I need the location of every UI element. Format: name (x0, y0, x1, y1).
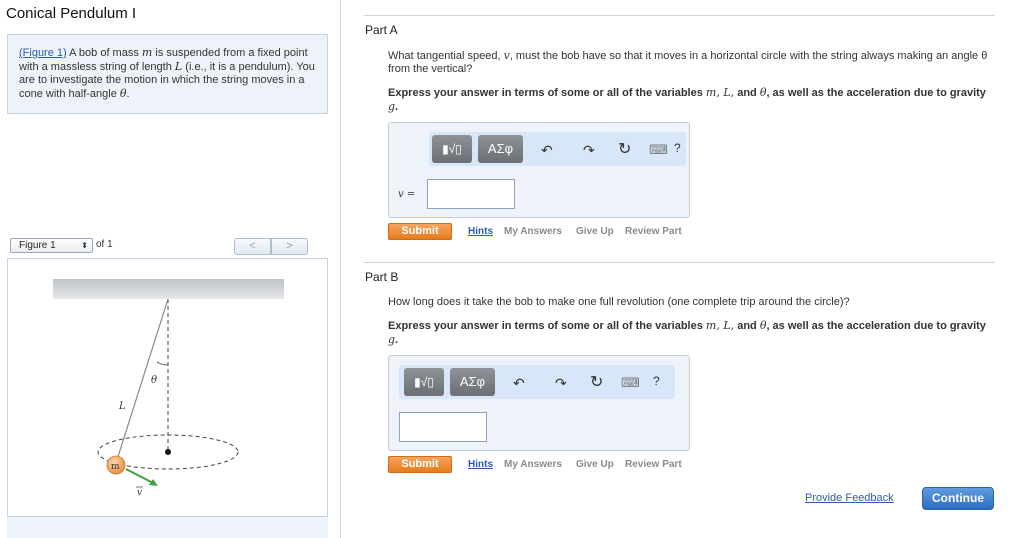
part-a-help-icon[interactable]: ? (674, 141, 681, 155)
provide-feedback-link[interactable]: Provide Feedback (805, 492, 894, 504)
velocity-arrow (125, 468, 154, 484)
figure-link[interactable]: (Figure 1) (19, 47, 67, 59)
part-b-give-up-link[interactable]: Give Up (576, 459, 614, 470)
page-title: Conical Pendulum I (6, 5, 137, 22)
part-b-divider (364, 262, 995, 263)
part-a-give-up-link[interactable]: Give Up (576, 226, 614, 237)
part-b-my-answers-link[interactable]: My Answers (504, 459, 562, 470)
part-a-question: What tangential speed, v, must the bob h… (388, 49, 993, 76)
intro-text-d: . (126, 88, 130, 100)
part-a-undo-icon[interactable]: ↶ (541, 143, 553, 157)
part-a-title: Part A (365, 23, 398, 37)
part-a-instructions: Express your answer in terms of some or … (388, 86, 993, 114)
part-a-hints-link[interactable]: Hints (468, 226, 493, 237)
part-a-template-button[interactable]: ▮√▯ (432, 135, 472, 163)
mass-label: m (111, 462, 120, 472)
circle-center-dot (165, 449, 171, 455)
part-a-variable-label: v = (398, 189, 416, 200)
ceiling-support (53, 279, 284, 299)
figure-select[interactable]: Figure 1 ⬍ (10, 238, 93, 253)
part-b-actions: Submit Hints My Answers Give Up Review P… (388, 456, 718, 474)
part-a-keyboard-icon[interactable]: ⌨ (649, 143, 668, 157)
conical-pendulum-diagram: θ L m v (53, 279, 284, 498)
part-b-help-icon[interactable]: ? (653, 374, 660, 388)
part-b-template-button[interactable]: ▮√▯ (404, 368, 444, 396)
pendulum-string (115, 298, 169, 464)
left-column: Conical Pendulum I (Figure 1) A bob of m… (0, 0, 341, 538)
part-a-instr-end: . (395, 101, 399, 113)
mass-variable: m (141, 46, 153, 59)
part-b-instr-post: , as well as the acceleration due to gra… (766, 320, 986, 332)
part-b-title: Part B (365, 270, 399, 284)
part-b-redo-icon[interactable]: ↷ (555, 376, 567, 390)
figure-count: of 1 (96, 239, 113, 250)
part-a-instr-mid: and (734, 87, 760, 99)
part-a-math-toolbar: ▮√▯ ΑΣφ ↶ ↷ ↻ ⌨ ? (429, 132, 686, 166)
part-b-hints-link[interactable]: Hints (468, 459, 493, 470)
part-a-instr-vars: m, L, (705, 86, 735, 99)
intro-text-a: A bob of mass (66, 47, 142, 59)
part-a-actions: Submit Hints My Answers Give Up Review P… (388, 223, 718, 241)
figure-footer-bar (7, 516, 328, 538)
part-b-instr-g: g (388, 333, 396, 346)
continue-button[interactable]: Continue (922, 487, 994, 510)
velocity-label: v (137, 488, 142, 498)
part-a-instr-post: , as well as the acceleration due to gra… (766, 87, 986, 99)
theta-label: θ (151, 375, 157, 386)
part-b-greek-button[interactable]: ΑΣφ (450, 368, 495, 396)
part-b-reset-icon[interactable]: ↻ (590, 375, 603, 391)
part-b-keyboard-icon[interactable]: ⌨ (621, 376, 640, 390)
part-b-instr-end: . (395, 334, 399, 346)
part-b-answer-input[interactable] (399, 412, 487, 442)
part-a-reset-icon[interactable]: ↻ (618, 142, 631, 158)
part-b-question: How long does it take the bob to make on… (388, 296, 850, 308)
length-label: L (118, 401, 126, 412)
part-a-instr-pre: Express your answer in terms of some or … (388, 87, 706, 99)
part-a-answer-input[interactable] (427, 179, 515, 209)
part-b-instructions: Express your answer in terms of some or … (388, 319, 993, 347)
part-a-answer-panel: ▮√▯ ΑΣφ ↶ ↷ ↻ ⌨ ? v = (388, 122, 690, 218)
angle-variable: θ (119, 87, 127, 100)
figure-select-value: Figure 1 (19, 240, 56, 251)
updown-arrows-icon: ⬍ (81, 241, 88, 250)
part-a-question-pre: What tangential speed, (388, 50, 504, 62)
problem-intro: (Figure 1) A bob of mass m is suspended … (7, 34, 328, 114)
part-a-submit-button[interactable]: Submit (388, 223, 452, 240)
part-b-instr-mid: and (734, 320, 760, 332)
part-b-instr-pre: Express your answer in terms of some or … (388, 320, 706, 332)
part-a-redo-icon[interactable]: ↷ (583, 143, 595, 157)
part-b-review-link[interactable]: Review Part (625, 459, 682, 470)
next-figure-button[interactable]: > (271, 238, 308, 255)
part-b-instr-vars: m, L, (705, 319, 735, 332)
part-b-undo-icon[interactable]: ↶ (513, 376, 525, 390)
figure-panel: θ L m v (7, 258, 328, 520)
previous-figure-button[interactable]: < (234, 238, 271, 255)
part-a-instr-g: g (388, 100, 396, 113)
part-b-math-toolbar: ▮√▯ ΑΣφ ↶ ↷ ↻ ⌨ ? (399, 365, 675, 399)
part-b-answer-panel: ▮√▯ ΑΣφ ↶ ↷ ↻ ⌨ ? (388, 355, 690, 451)
angle-arc (156, 361, 169, 366)
figure-navigation: Figure 1 ⬍ of 1 < > (10, 238, 328, 256)
part-a-review-link[interactable]: Review Part (625, 226, 682, 237)
part-a-my-answers-link[interactable]: My Answers (504, 226, 562, 237)
part-b-submit-button[interactable]: Submit (388, 456, 452, 473)
part-a-greek-button[interactable]: ΑΣφ (478, 135, 523, 163)
part-a-divider (364, 15, 995, 16)
